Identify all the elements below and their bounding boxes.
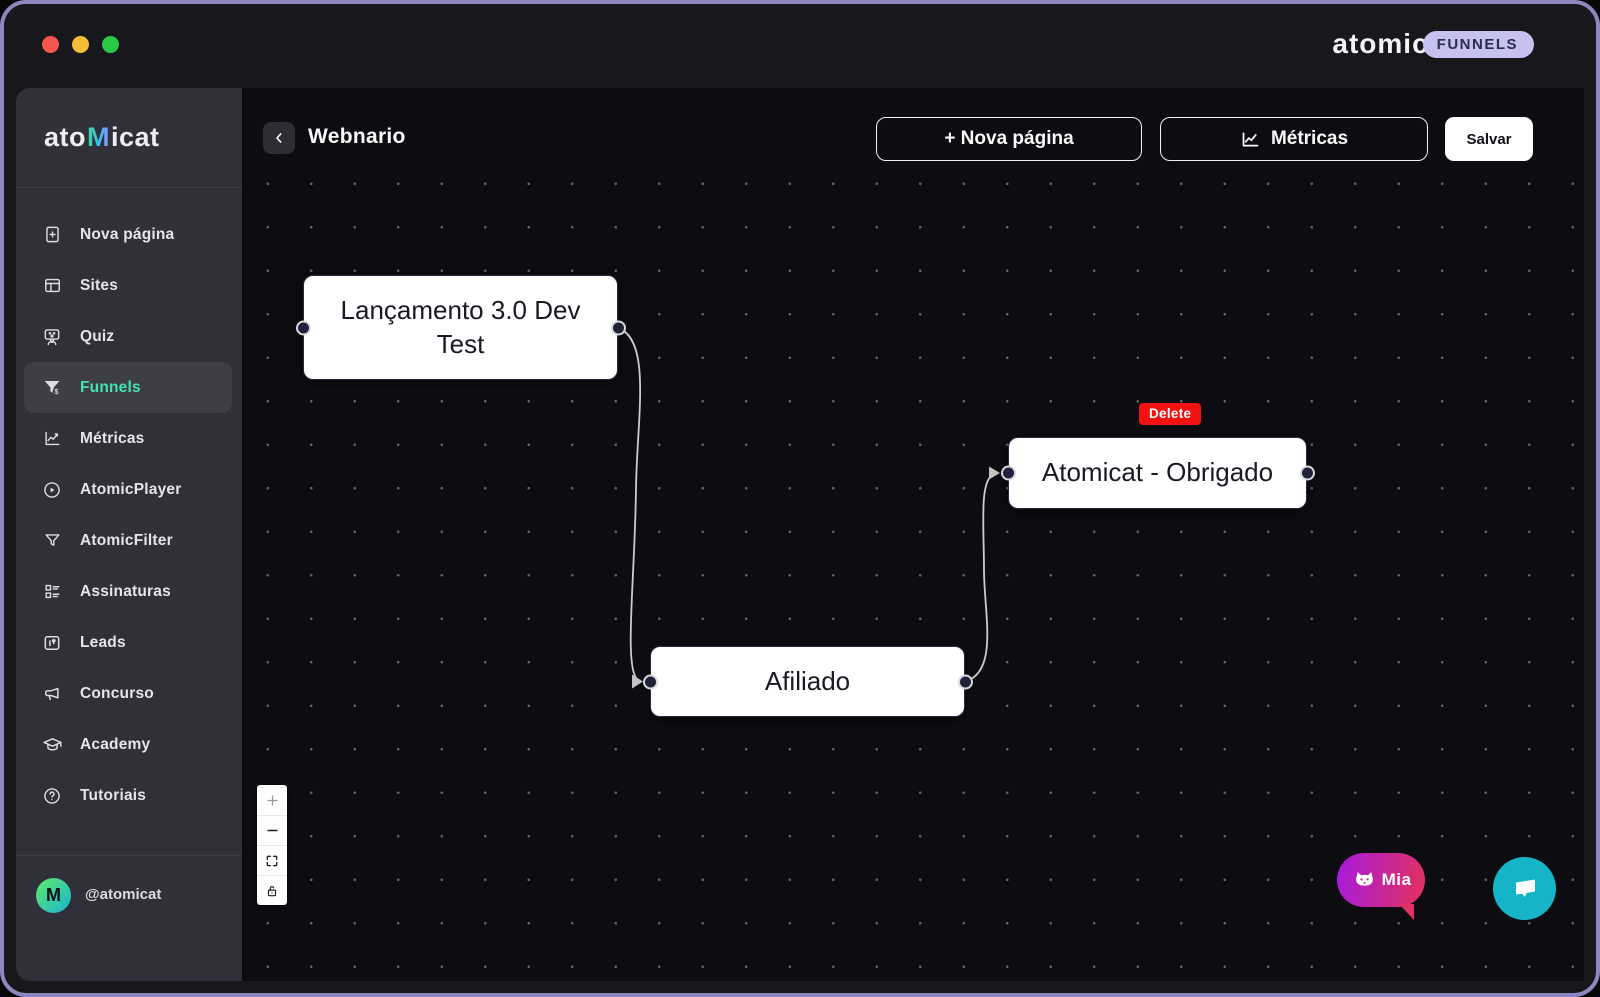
sidebar-item-concurso[interactable]: Concurso [24, 668, 232, 719]
node-label: Atomicat - Obrigado [1024, 456, 1291, 490]
canvas-header: Webnario + Nova página Métricas Salvar [242, 88, 1584, 178]
chart-line-icon [41, 428, 63, 450]
sidebar: atoMicat Nova página Sites Quiz [16, 88, 242, 981]
flow-canvas[interactable]: Lançamento 3.0 Dev Test Delete Atomicat … [242, 88, 1584, 981]
plus-icon [265, 793, 280, 808]
cat-face-icon [1351, 867, 1378, 894]
fit-view-icon [265, 854, 279, 868]
sidebar-item-atomicplayer[interactable]: AtomicPlayer [24, 464, 232, 515]
node-handle-left[interactable] [643, 674, 658, 689]
fullscreen-window-button[interactable] [102, 36, 119, 53]
sidebar-menu: Nova página Sites Quiz $ Funnels [24, 209, 232, 821]
close-window-button[interactable] [42, 36, 59, 53]
sidebar-item-nova-pagina[interactable]: Nova página [24, 209, 232, 260]
funnel-title: Webnario [308, 125, 406, 149]
sidebar-item-quiz[interactable]: Quiz [24, 311, 232, 362]
logo-gradient-m: M [86, 122, 111, 153]
metrics-button[interactable]: Métricas [1160, 117, 1428, 161]
node-handle-left[interactable] [296, 320, 311, 335]
chevron-left-icon [271, 130, 287, 146]
zoom-in-button[interactable] [257, 785, 287, 815]
node-handle-right[interactable] [1300, 466, 1315, 481]
atomic-funnels-logo: atomic FUNNELS [1332, 28, 1534, 60]
sidebar-user[interactable]: M @atomicat [16, 855, 242, 981]
funnels-badge: FUNNELS [1423, 31, 1534, 58]
sidebar-item-academy[interactable]: Academy [24, 719, 232, 770]
sidebar-item-metricas[interactable]: Métricas [24, 413, 232, 464]
sidebar-item-atomicfilter[interactable]: AtomicFilter [24, 515, 232, 566]
node-label: Lançamento 3.0 Dev Test [304, 294, 617, 362]
node-handle-left[interactable] [1001, 466, 1016, 481]
wallet-icon [41, 632, 63, 654]
graduation-cap-icon [41, 734, 63, 756]
list-checks-icon [41, 581, 63, 603]
node-handle-right[interactable] [958, 674, 973, 689]
megaphone-icon [41, 683, 63, 705]
delete-button[interactable]: Delete [1139, 403, 1201, 425]
titlebar: atomic FUNNELS [4, 4, 1596, 88]
avatar: M [36, 878, 71, 913]
funnel-dollar-icon: $ [41, 377, 63, 399]
minus-icon [265, 823, 280, 838]
chat-widget-button[interactable] [1493, 857, 1556, 920]
sidebar-item-assinaturas[interactable]: Assinaturas [24, 566, 232, 617]
flow-node-lancamento[interactable]: Lançamento 3.0 Dev Test [303, 275, 618, 380]
sidebar-item-leads[interactable]: Leads [24, 617, 232, 668]
save-button[interactable]: Salvar [1445, 117, 1533, 161]
sidebar-item-tutoriais[interactable]: Tutoriais [24, 770, 232, 821]
svg-text:$: $ [54, 389, 58, 396]
sidebar-item-sites[interactable]: Sites [24, 260, 232, 311]
mia-label: Mia [1382, 870, 1412, 890]
sidebar-item-funnels[interactable]: $ Funnels [24, 362, 232, 413]
play-circle-icon [41, 479, 63, 501]
node-label: Afiliado [747, 665, 868, 699]
minimize-window-button[interactable] [72, 36, 89, 53]
fit-view-button[interactable] [257, 845, 287, 875]
file-plus-icon [41, 224, 63, 246]
zoom-out-button[interactable] [257, 815, 287, 845]
flow-node-obrigado[interactable]: Delete Atomicat - Obrigado [1008, 437, 1307, 509]
browser-layout-icon [41, 275, 63, 297]
atomic-logo-text: atomic [1332, 28, 1428, 60]
lock-open-icon [265, 884, 279, 898]
new-page-button[interactable]: + Nova página [876, 117, 1142, 161]
mia-assistant-button[interactable]: Mia [1337, 853, 1425, 907]
app-window: atomic FUNNELS atoMicat Nova página Site… [0, 0, 1600, 997]
lock-button[interactable] [257, 875, 287, 905]
atomicat-logo: atoMicat [16, 88, 242, 188]
help-circle-icon [41, 785, 63, 807]
back-button[interactable] [263, 122, 295, 154]
flow-node-afiliado[interactable]: Afiliado [650, 646, 965, 717]
user-handle: @atomicat [85, 886, 161, 903]
canvas-controls [257, 785, 287, 905]
node-handle-right[interactable] [611, 320, 626, 335]
quiz-screen-icon [41, 326, 63, 348]
chart-line-icon [1240, 129, 1261, 150]
chat-bubble-icon [1509, 873, 1541, 905]
filter-icon [41, 530, 63, 552]
